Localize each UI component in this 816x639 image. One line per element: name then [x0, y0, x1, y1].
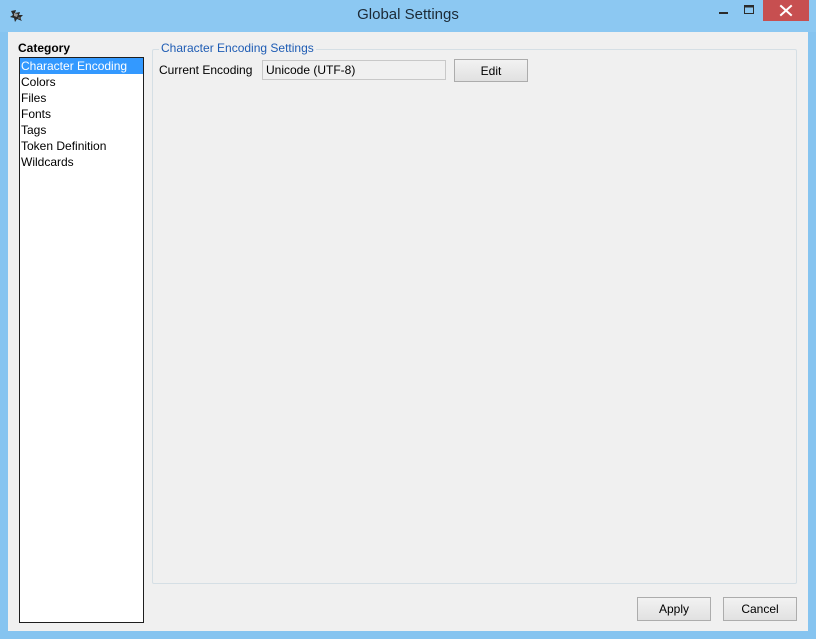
- cancel-button[interactable]: Cancel: [723, 597, 797, 621]
- encoding-settings-legend: Character Encoding Settings: [159, 41, 316, 55]
- category-item-fonts[interactable]: Fonts: [20, 106, 143, 122]
- category-heading: Category: [18, 41, 71, 55]
- minimize-icon: [719, 12, 728, 14]
- apply-button[interactable]: Apply: [637, 597, 711, 621]
- close-icon: [779, 4, 793, 17]
- global-settings-window: Global Settings Category Character Encod…: [0, 0, 816, 639]
- category-item-character-encoding[interactable]: Character Encoding: [20, 58, 143, 74]
- close-button[interactable]: [763, 0, 809, 21]
- maximize-button[interactable]: [737, 0, 761, 21]
- dialog-client-area: Category Character Encoding Colors Files…: [8, 32, 808, 631]
- title-bar[interactable]: Global Settings: [0, 0, 816, 32]
- category-item-tags[interactable]: Tags: [20, 122, 143, 138]
- current-encoding-field[interactable]: [262, 60, 446, 80]
- encoding-settings-group: [152, 49, 797, 584]
- minimize-button[interactable]: [713, 0, 735, 21]
- category-item-wildcards[interactable]: Wildcards: [20, 154, 143, 170]
- category-item-colors[interactable]: Colors: [20, 74, 143, 90]
- maximize-icon: [744, 5, 754, 14]
- window-title: Global Settings: [357, 6, 459, 23]
- category-item-files[interactable]: Files: [20, 90, 143, 106]
- edit-encoding-button[interactable]: Edit: [454, 59, 528, 82]
- category-item-token-definition[interactable]: Token Definition: [20, 138, 143, 154]
- current-encoding-label: Current Encoding: [159, 63, 253, 77]
- category-list[interactable]: Character Encoding Colors Files Fonts Ta…: [19, 57, 144, 623]
